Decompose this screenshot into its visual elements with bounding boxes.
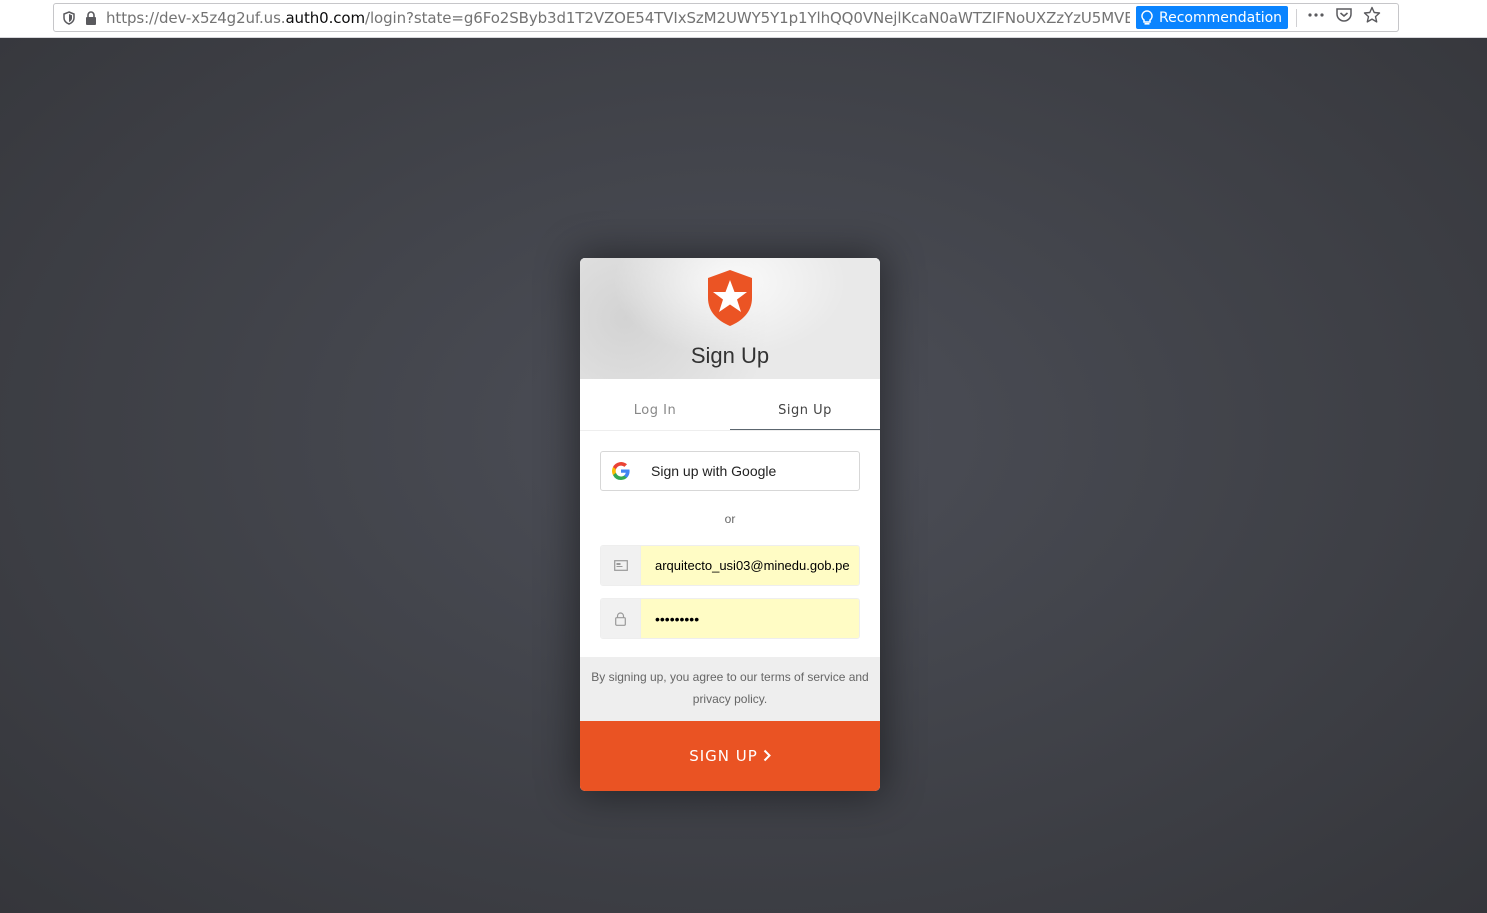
lightbulb-icon bbox=[1141, 9, 1153, 25]
google-signup-button[interactable]: Sign up with Google bbox=[600, 451, 860, 491]
chevron-right-icon bbox=[763, 747, 771, 766]
password-field[interactable]: ••••••••• bbox=[600, 598, 860, 639]
email-field[interactable]: arquitecto_usi03@minedu.gob.pe bbox=[600, 545, 860, 586]
url-host: auth0.com bbox=[285, 8, 366, 27]
sign-up-submit-button[interactable]: SIGN UP bbox=[580, 721, 880, 791]
tab-sign-up[interactable]: Sign Up bbox=[730, 379, 880, 430]
url-prefix: https://dev-x5z4g2uf.us. bbox=[106, 8, 286, 27]
google-button-label: Sign up with Google bbox=[651, 463, 777, 479]
pocket-icon[interactable] bbox=[1335, 6, 1353, 29]
page-actions bbox=[1307, 6, 1381, 29]
or-divider: or bbox=[724, 512, 736, 526]
terms-notice: By signing up, you agree to our terms of… bbox=[580, 657, 880, 721]
auth0-logo bbox=[708, 270, 752, 326]
toolbar-separator bbox=[1296, 8, 1298, 27]
google-icon bbox=[601, 462, 641, 480]
url-text[interactable]: https://dev-x5z4g2uf.us.auth0.com/login?… bbox=[106, 9, 1130, 27]
url-bar[interactable]: https://dev-x5z4g2uf.us.auth0.com/login?… bbox=[53, 3, 1399, 32]
url-path: /login?state=g6Fo2SByb3d1T2VZOE54TVIxSzM… bbox=[365, 8, 1130, 27]
widget-header: Sign Up bbox=[580, 258, 880, 379]
auth-tabs: Log In Sign Up bbox=[580, 379, 880, 431]
email-input[interactable]: arquitecto_usi03@minedu.gob.pe bbox=[641, 546, 859, 585]
tab-log-in[interactable]: Log In bbox=[580, 379, 730, 430]
shield-icon[interactable] bbox=[60, 9, 78, 27]
submit-label: SIGN UP bbox=[689, 747, 758, 765]
star-icon[interactable] bbox=[1363, 6, 1381, 29]
widget-title: Sign Up bbox=[690, 343, 770, 368]
lock-icon[interactable] bbox=[82, 9, 100, 27]
browser-toolbar: https://dev-x5z4g2uf.us.auth0.com/login?… bbox=[0, 0, 1487, 38]
more-icon[interactable] bbox=[1307, 6, 1325, 29]
recommendation-button[interactable]: Recommendation bbox=[1136, 6, 1289, 29]
envelope-icon bbox=[601, 546, 641, 585]
recommendation-label: Recommendation bbox=[1159, 9, 1283, 26]
password-input[interactable]: ••••••••• bbox=[641, 599, 859, 638]
lock-icon bbox=[601, 599, 641, 638]
widget-body: Sign up with Google or arquitecto_usi03@… bbox=[580, 431, 880, 639]
auth-widget: Sign Up Log In Sign Up Sign up with Goog… bbox=[580, 258, 880, 791]
